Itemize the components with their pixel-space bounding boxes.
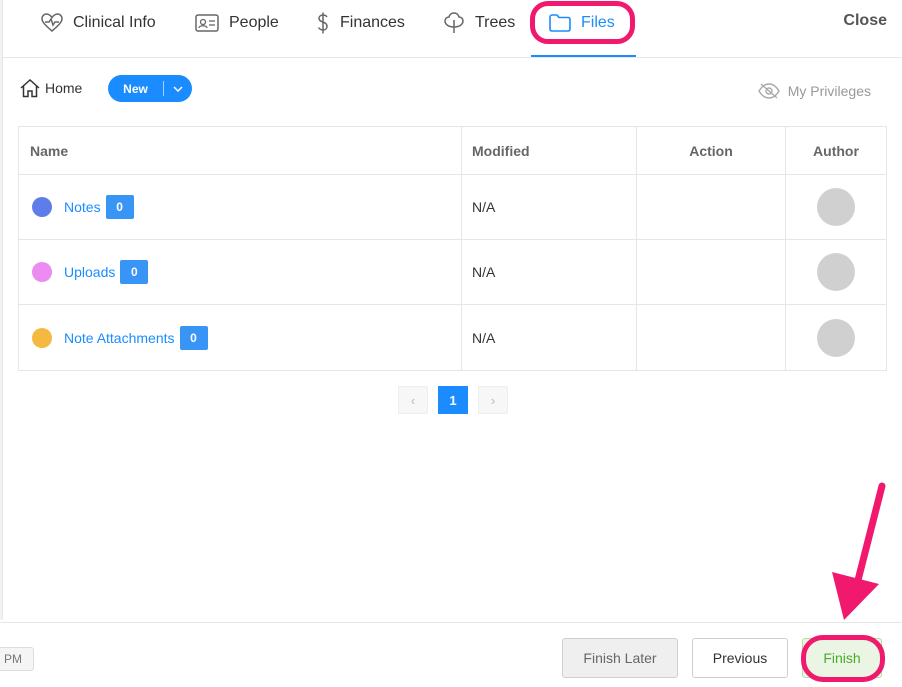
previous-button[interactable]: Previous <box>692 638 788 678</box>
annotation-arrow-icon <box>832 482 886 620</box>
tab-trees[interactable]: Trees <box>443 0 515 46</box>
close-button[interactable]: Close <box>843 12 887 30</box>
tab-label: Trees <box>475 14 516 31</box>
finish-button-highlight <box>801 635 885 682</box>
pagination-next-button[interactable]: › <box>478 386 508 414</box>
modified-cell: N/A <box>462 240 637 304</box>
pagination: ‹ 1 › <box>398 386 508 414</box>
table-header-row: Name Modified Action Author <box>19 127 886 175</box>
tab-label: People <box>229 14 279 31</box>
folder-link-uploads[interactable]: Uploads <box>64 264 115 280</box>
action-cell <box>637 305 786 370</box>
files-tab-highlight <box>530 1 635 44</box>
author-cell <box>786 305 886 370</box>
tab-finances[interactable]: Finances <box>316 0 405 46</box>
heart-pulse-icon <box>41 13 63 32</box>
my-privileges-button[interactable]: My Privileges <box>757 83 871 99</box>
home-label: Home <box>45 80 83 96</box>
column-header-action: Action <box>637 127 786 174</box>
left-border <box>0 0 3 620</box>
dollar-icon <box>317 12 328 34</box>
time-suffix-field[interactable]: PM <box>0 647 34 671</box>
chevron-down-icon[interactable] <box>164 85 192 92</box>
files-table: Name Modified Action Author Notes 0 N/A … <box>18 126 887 371</box>
author-cell <box>786 240 886 304</box>
privileges-label: My Privileges <box>787 83 871 99</box>
folder-color-dot <box>32 262 52 282</box>
table-row: Note Attachments 0 N/A <box>19 305 886 370</box>
tab-label: Finances <box>340 14 405 31</box>
file-count-badge: 0 <box>120 260 149 284</box>
tab-clinical-info[interactable]: Clinical Info <box>41 0 156 46</box>
home-breadcrumb[interactable]: Home <box>19 78 82 98</box>
column-header-name[interactable]: Name <box>19 127 462 174</box>
home-icon <box>20 78 40 98</box>
author-cell <box>786 175 886 239</box>
files-page: Clinical Info People Finances Trees File… <box>0 0 902 687</box>
pagination-page-1[interactable]: 1 <box>438 386 468 414</box>
avatar <box>817 253 855 291</box>
tree-icon <box>444 12 464 33</box>
new-label: New <box>123 81 148 96</box>
name-cell: Notes 0 <box>19 175 462 239</box>
column-header-author: Author <box>813 142 859 159</box>
pagination-prev-button[interactable]: ‹ <box>398 386 428 414</box>
id-card-icon <box>195 14 219 32</box>
avatar <box>817 188 855 226</box>
new-button[interactable]: New <box>108 75 192 102</box>
table-row: Notes 0 N/A <box>19 175 886 240</box>
file-count-badge: 0 <box>105 195 134 219</box>
name-cell: Uploads 0 <box>19 240 462 304</box>
avatar <box>817 318 855 357</box>
tab-label: Clinical Info <box>73 14 156 31</box>
file-count-badge: 0 <box>179 325 208 350</box>
tab-bar: Clinical Info People Finances Trees File… <box>3 0 902 58</box>
active-tab-underline <box>531 55 636 57</box>
modified-cell: N/A <box>462 305 637 370</box>
folder-link-notes[interactable]: Notes <box>64 199 101 215</box>
finish-later-button[interactable]: Finish Later <box>562 638 678 678</box>
action-cell <box>637 175 786 239</box>
eye-slash-icon <box>757 83 780 99</box>
name-cell: Note Attachments 0 <box>19 305 462 370</box>
column-header-modified[interactable]: Modified <box>462 127 637 174</box>
folder-link-note-attachments[interactable]: Note Attachments <box>64 330 175 346</box>
folder-color-dot <box>32 197 52 217</box>
tab-people[interactable]: People <box>195 0 279 46</box>
action-cell <box>637 240 786 304</box>
folder-color-dot <box>32 327 52 348</box>
modified-cell: N/A <box>462 175 637 239</box>
table-row: Uploads 0 N/A <box>19 240 886 305</box>
